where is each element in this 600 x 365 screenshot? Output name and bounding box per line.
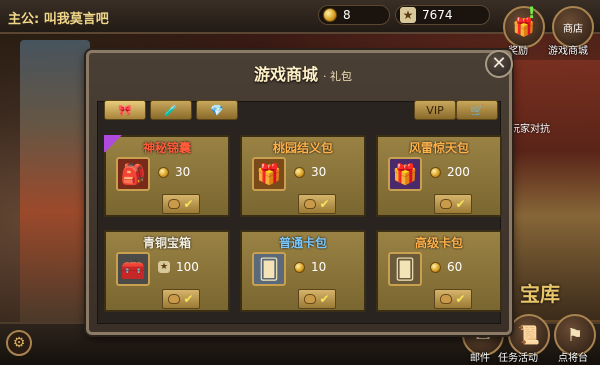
gold-value: 8 — [343, 8, 351, 22]
purple-gift-icon: 🎁 — [388, 157, 422, 191]
recharge-button[interactable]: 🛒 — [456, 100, 498, 120]
yuanbao-counter: ★ 7674 — [395, 5, 490, 25]
gold-counter: 8 — [318, 5, 390, 25]
scroll-icon: 📜 — [517, 324, 541, 346]
bronze-chest-icon: 🧰 — [116, 252, 150, 286]
potion-icon: 🧪 — [164, 103, 178, 117]
buy-button[interactable]: ✔ — [298, 194, 336, 214]
yuanbao-value: 7674 — [422, 8, 453, 22]
gold-coin-icon — [430, 166, 441, 178]
item-price-value: 30 — [175, 165, 191, 179]
buy-button[interactable]: ✔ — [298, 289, 336, 309]
brocade-bag-icon: 🎒 — [116, 157, 150, 191]
item-name: 普通卡包 — [278, 236, 327, 250]
item-card[interactable]: 神秘锦囊 🎒 30 ✔ — [104, 135, 230, 217]
notification-badge: ! — [528, 3, 536, 22]
checkmark-icon: ✔ — [455, 197, 466, 211]
item-price: 10 — [294, 260, 326, 274]
gift-box-icon: 🎀 — [118, 103, 132, 117]
tab-gems[interactable]: 💎 — [196, 100, 238, 120]
flag-icon: ⚑ — [566, 324, 584, 346]
checkmark-icon: ✔ — [183, 292, 194, 306]
vip-button[interactable]: VIP — [414, 100, 456, 120]
item-name: 高级卡包 — [414, 236, 463, 250]
gold-coin-icon — [158, 166, 169, 178]
card-pack-icon: 🂠 — [252, 252, 286, 286]
item-price-value: 30 — [311, 165, 327, 179]
close-icon[interactable]: ✕ — [485, 50, 513, 78]
gift-box-icon: 🎁 — [252, 157, 286, 191]
gold-coin-icon — [294, 261, 305, 273]
general-label: 点将台 — [558, 353, 588, 364]
item-price: ★ 100 — [158, 260, 199, 274]
dialog-title: 游戏商城 — [253, 65, 318, 84]
item-name: 神秘锦囊 — [142, 141, 191, 155]
money-bag-icon — [304, 294, 317, 304]
tab-potions[interactable]: 🧪 — [150, 100, 192, 120]
item-name: 青铜宝箱 — [142, 236, 191, 250]
buy-button[interactable]: ✔ — [162, 289, 200, 309]
cart-icon: 🛒 — [470, 103, 484, 117]
item-card[interactable]: 青铜宝箱 🧰 ★ 100 ✔ — [104, 230, 230, 312]
money-bag-icon — [440, 294, 453, 304]
checkmark-icon: ✔ — [183, 197, 194, 211]
item-card[interactable]: 高级卡包 🂠 60 ✔ — [376, 230, 502, 312]
item-price: 30 — [158, 165, 190, 179]
checkmark-icon: ✔ — [319, 197, 330, 211]
money-bag-icon — [304, 199, 317, 209]
gold-coin-icon — [294, 166, 305, 178]
checkmark-icon: ✔ — [455, 292, 466, 306]
item-price: 200 — [430, 165, 470, 179]
dialog-title-plate: 游戏商城 · 礼包 — [213, 61, 393, 91]
money-bag-icon — [440, 199, 453, 209]
money-bag-icon — [168, 294, 181, 304]
shop-label: 游戏商城 — [548, 46, 588, 57]
item-price-value: 100 — [176, 260, 199, 274]
yuanbao-icon: ★ — [400, 7, 416, 23]
buy-button[interactable]: ✔ — [434, 289, 472, 309]
tasks-label: 任务活动 — [498, 353, 538, 364]
item-price: 60 — [430, 260, 462, 274]
item-name: 风雷惊天包 — [408, 141, 469, 155]
item-card[interactable]: 普通卡包 🂠 10 ✔ — [240, 230, 366, 312]
vip-label: VIP — [426, 103, 444, 117]
gold-coin-icon — [323, 8, 337, 22]
treasury-label[interactable]: 宝库 — [520, 278, 560, 307]
money-bag-icon — [168, 199, 181, 209]
item-card[interactable]: 桃园结义包 🎁 30 ✔ — [240, 135, 366, 217]
tab-gift-packs[interactable]: 🎀 — [104, 100, 146, 120]
yuanbao-icon: ★ — [158, 261, 170, 273]
pvp-label[interactable]: 玩家对抗 — [510, 120, 550, 135]
hero-name: 主公: 叫我莫言吧 — [8, 12, 109, 27]
dialog-subtitle: · 礼包 — [323, 70, 353, 83]
mail-label: 邮件 — [470, 353, 490, 364]
gold-coin-icon — [430, 261, 441, 273]
checkmark-icon: ✔ — [319, 292, 330, 306]
left-hero-art — [20, 40, 90, 325]
item-price: 30 — [294, 165, 326, 179]
buy-button[interactable]: ✔ — [162, 194, 200, 214]
gem-icon: 💎 — [210, 103, 224, 117]
premium-card-pack-icon: 🂠 — [388, 252, 422, 286]
item-price-value: 60 — [447, 260, 463, 274]
settings-gear-icon[interactable]: ⚙ — [6, 330, 32, 356]
item-name: 桃园结义包 — [272, 141, 333, 155]
shop-icon: 商店 — [563, 23, 583, 35]
item-price-value: 200 — [447, 165, 470, 179]
item-card[interactable]: 风雷惊天包 🎁 200 ✔ — [376, 135, 502, 217]
item-price-value: 10 — [311, 260, 327, 274]
buy-button[interactable]: ✔ — [434, 194, 472, 214]
